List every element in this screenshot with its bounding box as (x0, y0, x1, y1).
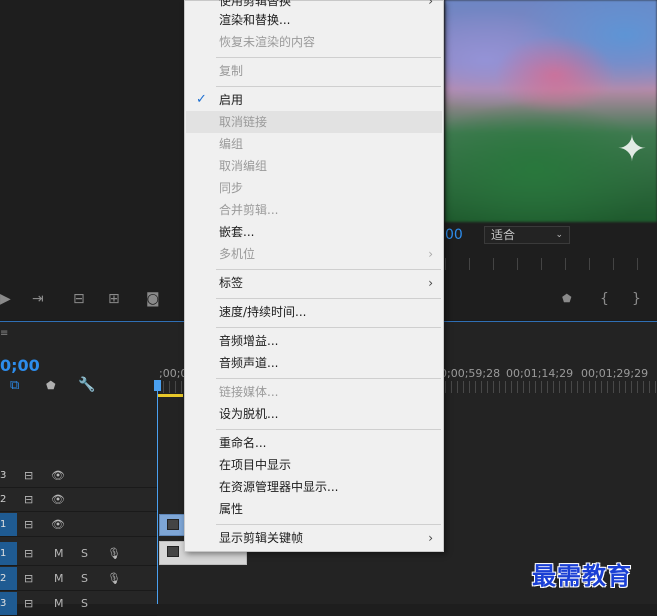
menu-item-unlink[interactable]: 取消链接 (186, 111, 442, 133)
timeline-timecode[interactable]: 0;00 (0, 356, 40, 375)
checkmark-icon: ✓ (196, 92, 207, 107)
track-header-a1[interactable]: 1 ⊟ M S 🎙 (0, 542, 157, 566)
fit-dropdown-value: 适合 (491, 228, 516, 242)
menu-separator (216, 298, 441, 299)
chevron-right-icon: › (428, 276, 433, 290)
sparkle-icon: ✦ (616, 129, 648, 170)
mute-button[interactable]: M (54, 542, 64, 565)
sync-lock-icon[interactable]: ⊟ (24, 464, 33, 487)
program-monitor-video (445, 0, 657, 222)
menu-item-audio-channels[interactable]: 音频声道... (186, 352, 442, 374)
track-number[interactable]: 2 (0, 488, 17, 511)
menu-separator (216, 429, 441, 430)
ruler-label-3: 00;01;29;29 (581, 367, 649, 380)
eye-icon[interactable]: 👁 (51, 464, 65, 487)
track-header-v1[interactable]: 1 ⊟ 👁 (0, 513, 157, 537)
program-timecode[interactable]: 00 (445, 227, 463, 243)
menu-item-render-and-replace[interactable]: 渲染和替换... (186, 9, 442, 31)
menu-separator (216, 269, 441, 270)
eye-icon[interactable]: 👁 (51, 488, 65, 511)
menu-separator (216, 378, 441, 379)
snap-icon[interactable]: ⧉ (10, 378, 19, 393)
camera-icon[interactable]: ◙ (146, 290, 160, 308)
chevron-right-icon: › (428, 247, 433, 261)
ruler-label-2: 00;01;14;29 (506, 367, 574, 380)
menu-item-synchronize[interactable]: 同步 (186, 177, 442, 199)
eye-icon[interactable]: 👁 (51, 513, 65, 536)
watermark: 最需教育 (532, 561, 632, 590)
menu-separator (216, 524, 441, 525)
video-clip[interactable] (159, 514, 187, 536)
menu-item-rename[interactable]: 重命名... (186, 432, 442, 454)
track-header-a2[interactable]: 2 ⊟ M S 🎙 (0, 567, 157, 591)
marker-icon[interactable]: ⬟ (562, 290, 572, 308)
menu-item-ungroup[interactable]: 取消编组 (186, 155, 442, 177)
menu-separator (216, 57, 441, 58)
chevron-down-icon: ⌄ (555, 230, 563, 240)
track-header-v3[interactable]: 3 ⊟ 👁 (0, 464, 157, 488)
insert-icon[interactable]: ⇥ (32, 290, 44, 308)
solo-button[interactable]: S (81, 542, 88, 565)
wrench-icon[interactable]: 🔧 (78, 377, 95, 393)
lift-icon[interactable]: ⊟ (73, 290, 85, 308)
menu-item-group[interactable]: 编组 (186, 133, 442, 155)
fx-icon (167, 519, 179, 530)
microphone-icon[interactable]: 🎙 (107, 567, 121, 590)
menu-item-label[interactable]: 标签 › (186, 272, 442, 294)
in-point-icon[interactable]: { (600, 290, 609, 308)
menu-separator (216, 327, 441, 328)
menu-item-nest[interactable]: 嵌套... (186, 221, 442, 243)
menu-item-make-offline[interactable]: 设为脱机... (186, 403, 442, 425)
track-header-v2[interactable]: 2 ⊟ 👁 (0, 488, 157, 512)
menu-item-enable[interactable]: ✓ 启用 (186, 89, 442, 111)
track-number[interactable]: 3 (0, 464, 17, 487)
menu-item-reveal-in-explorer[interactable]: 在资源管理器中显示... (186, 476, 442, 498)
extract-icon[interactable]: ⊞ (108, 290, 120, 308)
menu-item-properties[interactable]: 属性 (186, 498, 442, 520)
sync-lock-icon[interactable]: ⊟ (24, 513, 33, 536)
track-number[interactable]: 1 (0, 513, 17, 536)
context-menu: 使用剪辑替换 › 渲染和替换... 恢复未渲染的内容 复制 ✓ 启用 取消链接 编组… (184, 0, 444, 552)
mute-button[interactable]: M (54, 567, 64, 590)
track-number[interactable]: 1 (0, 542, 17, 565)
menu-item-speed-duration[interactable]: 速度/持续时间... (186, 301, 442, 323)
program-ruler[interactable] (445, 258, 657, 270)
step-back-icon[interactable]: ▶ (0, 290, 11, 308)
solo-button[interactable]: S (81, 567, 88, 590)
menu-separator (216, 86, 441, 87)
fx-icon (167, 546, 179, 557)
menu-item-merge-clips[interactable]: 合并剪辑... (186, 199, 442, 221)
track-number[interactable]: 2 (0, 567, 17, 590)
out-point-icon[interactable]: } (632, 290, 641, 308)
microphone-icon[interactable]: 🎙 (107, 542, 121, 565)
fit-dropdown[interactable]: 适合 ⌄ (484, 226, 570, 244)
menu-item-show-clip-keyframes[interactable]: 显示剪辑关键帧 › (186, 527, 442, 549)
sync-lock-icon[interactable]: ⊟ (24, 567, 33, 590)
sync-lock-icon[interactable]: ⊟ (24, 488, 33, 511)
track-header-a3[interactable]: 3 ⊟ M S (0, 592, 157, 616)
sync-lock-icon[interactable]: ⊟ (24, 542, 33, 565)
menu-item-copy[interactable]: 复制 (186, 60, 442, 82)
menu-item-audio-gain[interactable]: 音频增益... (186, 330, 442, 352)
menu-item-link-media[interactable]: 链接媒体... (186, 381, 442, 403)
playhead-line[interactable] (157, 380, 158, 604)
menu-item-restore-unrendered[interactable]: 恢复未渲染的内容 (186, 31, 442, 53)
menu-item-multi-camera[interactable]: 多机位 › (186, 243, 442, 265)
panel-menu-icon[interactable]: ≡ (0, 328, 8, 339)
chevron-right-icon: › (428, 531, 433, 545)
marker-icon[interactable]: ⬟ (46, 379, 56, 392)
menu-item-reveal-in-project[interactable]: 在项目中显示 (186, 454, 442, 476)
work-area-bar[interactable] (157, 394, 183, 397)
playhead-handle[interactable] (154, 380, 161, 391)
